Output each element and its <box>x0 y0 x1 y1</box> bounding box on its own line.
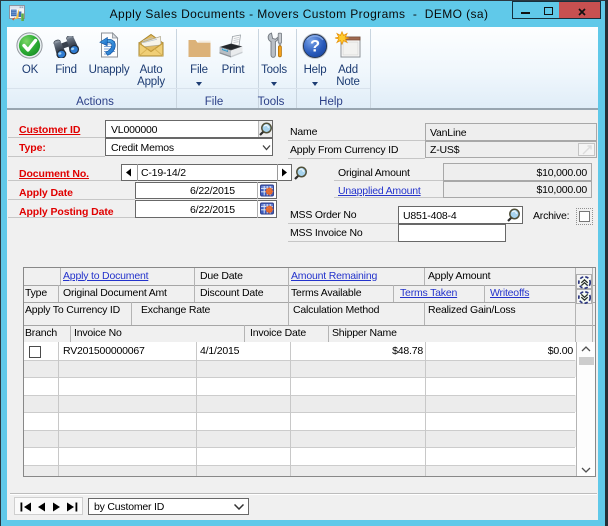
svg-text:?: ? <box>310 38 320 56</box>
